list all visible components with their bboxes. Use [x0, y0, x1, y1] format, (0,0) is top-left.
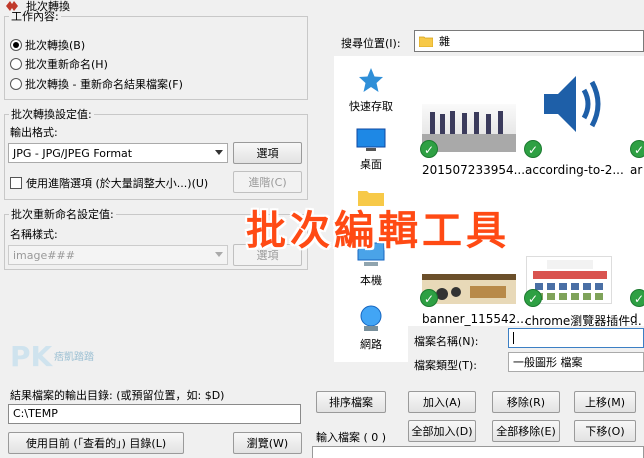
lookin-label: 搜尋位置(I):: [341, 37, 401, 50]
check-icon: ✓: [524, 289, 542, 307]
filetype-select[interactable]: 一般圖形 檔案: [508, 352, 644, 372]
lookin-value: 雜: [439, 35, 450, 48]
place-label: 網路: [360, 338, 382, 351]
filetype-value: 一般圖形 檔案: [513, 356, 583, 369]
place-label: 桌面: [360, 158, 382, 171]
place-label: 快速存取: [349, 100, 393, 113]
check-icon: ✓: [630, 289, 644, 307]
format-select[interactable]: JPG - JPG/JPEG Format: [8, 143, 228, 163]
convert-legend: 批次轉換設定值:: [11, 108, 92, 121]
chevron-down-icon: [215, 150, 223, 155]
check-icon: ✓: [524, 140, 542, 158]
radio-batch-rename[interactable]: 批次重新命名(H): [10, 56, 108, 72]
text-caret: [513, 332, 514, 344]
check-icon: ✓: [420, 289, 438, 307]
radio-selected-icon: [10, 39, 22, 51]
radio-icon: [10, 78, 22, 90]
radio-batch-convert[interactable]: 批次轉換(B): [10, 37, 85, 53]
pk-logo-icon: PK: [10, 340, 53, 373]
file-name: banner_115542...: [422, 312, 528, 326]
input-files-list[interactable]: [312, 446, 644, 458]
output-dir-input[interactable]: C:\TEMP: [8, 404, 301, 424]
output-dir-label: 結果檔案的輸出目錄: (或預留位置，如: $D): [10, 389, 225, 402]
sort-files-button[interactable]: 排序檔案: [316, 391, 386, 413]
check-icon: ✓: [630, 140, 644, 158]
folder-icon: [419, 36, 433, 47]
radio-label: 批次轉換 - 重新命名結果檔案(F): [25, 78, 183, 91]
pattern-select[interactable]: image###: [8, 245, 228, 265]
radio-icon: [10, 58, 22, 70]
add-all-button[interactable]: 全部加入(D): [408, 420, 476, 442]
rename-legend: 批次重新命名設定值:: [11, 208, 114, 221]
remove-all-button[interactable]: 全部移除(E): [492, 420, 560, 442]
radio-label: 批次轉換(B): [25, 39, 86, 52]
input-files-label: 輸入檔案 ( 0 ): [316, 431, 387, 444]
advanced-checkbox[interactable]: [10, 177, 22, 189]
file-list[interactable]: ✓ 201507233954... ✓ according-to-2... ✓ …: [408, 56, 644, 326]
pattern-label: 名稱樣式:: [10, 228, 58, 241]
filename-label: 檔案名稱(N):: [414, 335, 479, 348]
place-network[interactable]: 網路: [334, 304, 408, 352]
desktop-icon: [356, 128, 386, 151]
advanced-button[interactable]: 進階(C): [233, 171, 302, 193]
speaker-icon: [544, 76, 601, 132]
format-value: JPG - JPG/JPEG Format: [13, 146, 133, 160]
file-name: 201507233954...: [422, 163, 526, 177]
move-down-button[interactable]: 下移(O): [574, 420, 636, 442]
place-label: 本機: [360, 274, 382, 287]
use-current-dir-button[interactable]: 使用目前 (「查看的」) 目錄(L): [8, 432, 184, 454]
pk-watermark: PK 痞凱踏踏: [10, 340, 105, 374]
radio-convert-rename[interactable]: 批次轉換 - 重新命名結果檔案(F): [10, 76, 183, 92]
remove-button[interactable]: 移除(R): [492, 391, 560, 413]
pattern-value: image###: [13, 248, 75, 262]
format-options-button[interactable]: 選項: [233, 142, 302, 164]
radio-label: 批次重新命名(H): [25, 58, 108, 71]
filename-input[interactable]: [508, 328, 644, 348]
advanced-checkbox-label: 使用進階選項 (於大量調整大小...)(U): [26, 177, 209, 190]
file-name: chrome瀏覽器插件...: [525, 314, 642, 326]
move-up-button[interactable]: 上移(M): [574, 391, 636, 413]
overlay-headline: 批次編輯工具: [246, 208, 510, 254]
browse-button[interactable]: 瀏覽(W): [233, 432, 302, 454]
network-icon: [360, 305, 382, 331]
format-label: 輸出格式:: [10, 126, 58, 139]
filetype-label: 檔案類型(T):: [414, 359, 478, 372]
add-button[interactable]: 加入(A): [408, 391, 476, 413]
star-icon: [359, 68, 383, 92]
check-icon: ✓: [420, 140, 438, 158]
lookin-select[interactable]: 雜: [414, 30, 644, 52]
watermark-text: 痞凱踏踏: [54, 352, 94, 363]
file-name: according-to-2...: [525, 163, 624, 177]
file-name: d: [630, 312, 638, 326]
place-quick-access[interactable]: 快速存取: [334, 66, 408, 114]
chevron-down-icon: [215, 252, 223, 257]
place-desktop[interactable]: 桌面: [334, 128, 408, 172]
file-name: ar: [630, 163, 643, 177]
job-legend: 工作內容:: [11, 10, 59, 23]
file-thumbnail-audio[interactable]: [538, 66, 608, 142]
